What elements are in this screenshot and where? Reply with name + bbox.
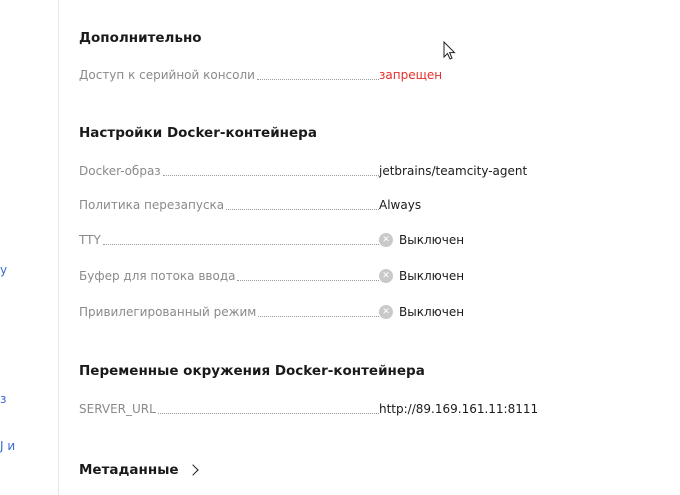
tty-value: ✕ Выключен [379,231,464,249]
server-url-label: SERVER_URL [79,402,156,416]
dotted-leader [162,175,379,176]
nav-fragment[interactable]: J и [0,439,15,453]
restart-policy-value: Always [379,198,422,212]
server-url-row: SERVER_URL http://89.169.161.11:8111 [79,400,639,418]
nav-fragment[interactable]: у [0,263,7,277]
restart-policy-label: Политика перезапуска [79,198,225,212]
server-url-value: http://89.169.161.11:8111 [379,402,539,416]
tty-value-text: Выключен [399,233,465,247]
nav-fragment[interactable]: з [0,392,6,406]
dotted-leader [237,280,379,281]
chevron-right-icon[interactable] [186,464,199,476]
metadata-label[interactable]: Метаданные [79,462,179,478]
stdin-buffer-label: Буфер для потока ввода [79,269,236,283]
stdin-buffer-value: ✕ Выключен [379,267,464,285]
docker-image-value: jetbrains/teamcity-agent [379,164,528,178]
dotted-leader [226,209,379,210]
x-circle-icon: ✕ [379,305,393,319]
details-panel: Дополнительно Доступ к серийной консоли … [79,0,659,495]
metadata-expander[interactable]: Метаданные [79,462,199,478]
serial-console-value: запрещен [379,68,443,82]
privileged-mode-value: ✕ Выключен [379,303,464,321]
dotted-leader [157,413,379,414]
privileged-mode-value-text: Выключен [399,305,465,319]
section-title-additional: Дополнительно [79,30,202,46]
dotted-leader [258,316,379,317]
dotted-leader [256,79,379,80]
serial-console-row: Доступ к серийной консоли запрещен [79,66,639,84]
serial-console-label: Доступ к серийной консоли [79,68,255,82]
stdin-buffer-value-text: Выключен [399,269,465,283]
dotted-leader [102,244,379,245]
left-navigation-panel: у з J и [0,0,59,495]
restart-policy-row: Политика перезапуска Always [79,196,639,214]
x-circle-icon: ✕ [379,269,393,283]
docker-image-row: Docker-образ jetbrains/teamcity-agent [79,162,639,180]
privileged-mode-label: Привилегированный режим [79,305,257,319]
section-title-env: Переменные окружения Docker-контейнера [79,363,425,379]
x-circle-icon: ✕ [379,233,393,247]
tty-label: TTY [79,233,101,247]
stdin-buffer-row: Буфер для потока ввода ✕ Выключен [79,267,639,285]
mouse-cursor-icon [443,41,456,60]
section-title-docker: Настройки Docker-контейнера [79,125,317,141]
tty-row: TTY ✕ Выключен [79,231,639,249]
docker-image-label: Docker-образ [79,164,161,178]
privileged-mode-row: Привилегированный режим ✕ Выключен [79,303,639,321]
